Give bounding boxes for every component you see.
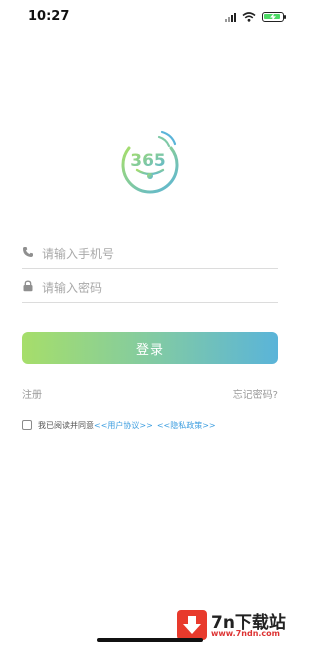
agreement-text: 我已阅读并同意 [38,420,94,430]
lock-icon [23,280,33,292]
agreement-row: 我已阅读并同意 <<用户协议>> <<隐私政策>> [22,418,216,432]
status-bar: 10:27 [0,0,300,34]
download-badge-icon [177,610,207,640]
register-link[interactable]: 注册 [22,386,42,401]
watermark-url: www.7ndn.com [211,629,280,638]
privacy-policy-link[interactable]: <<隐私政策>> [157,420,216,431]
battery-icon [262,12,286,22]
password-field [22,274,278,303]
app-logo: 365 [121,130,179,194]
forgot-password-link[interactable]: 忘记密码? [233,386,278,401]
phone-input[interactable] [40,243,274,265]
phone-field [22,240,278,269]
status-time: 10:27 [28,9,70,24]
user-agreement-link[interactable]: <<用户协议>> [94,420,153,431]
password-input[interactable] [40,277,274,299]
phone-icon [23,247,33,257]
login-button[interactable]: 登录 [22,332,278,364]
home-indicator[interactable] [97,638,203,642]
agreement-checkbox[interactable] [22,420,32,430]
logo-text: 365 [130,151,166,171]
cellular-signal-icon [225,12,236,22]
status-icons [225,10,286,24]
wifi-icon [242,12,256,22]
